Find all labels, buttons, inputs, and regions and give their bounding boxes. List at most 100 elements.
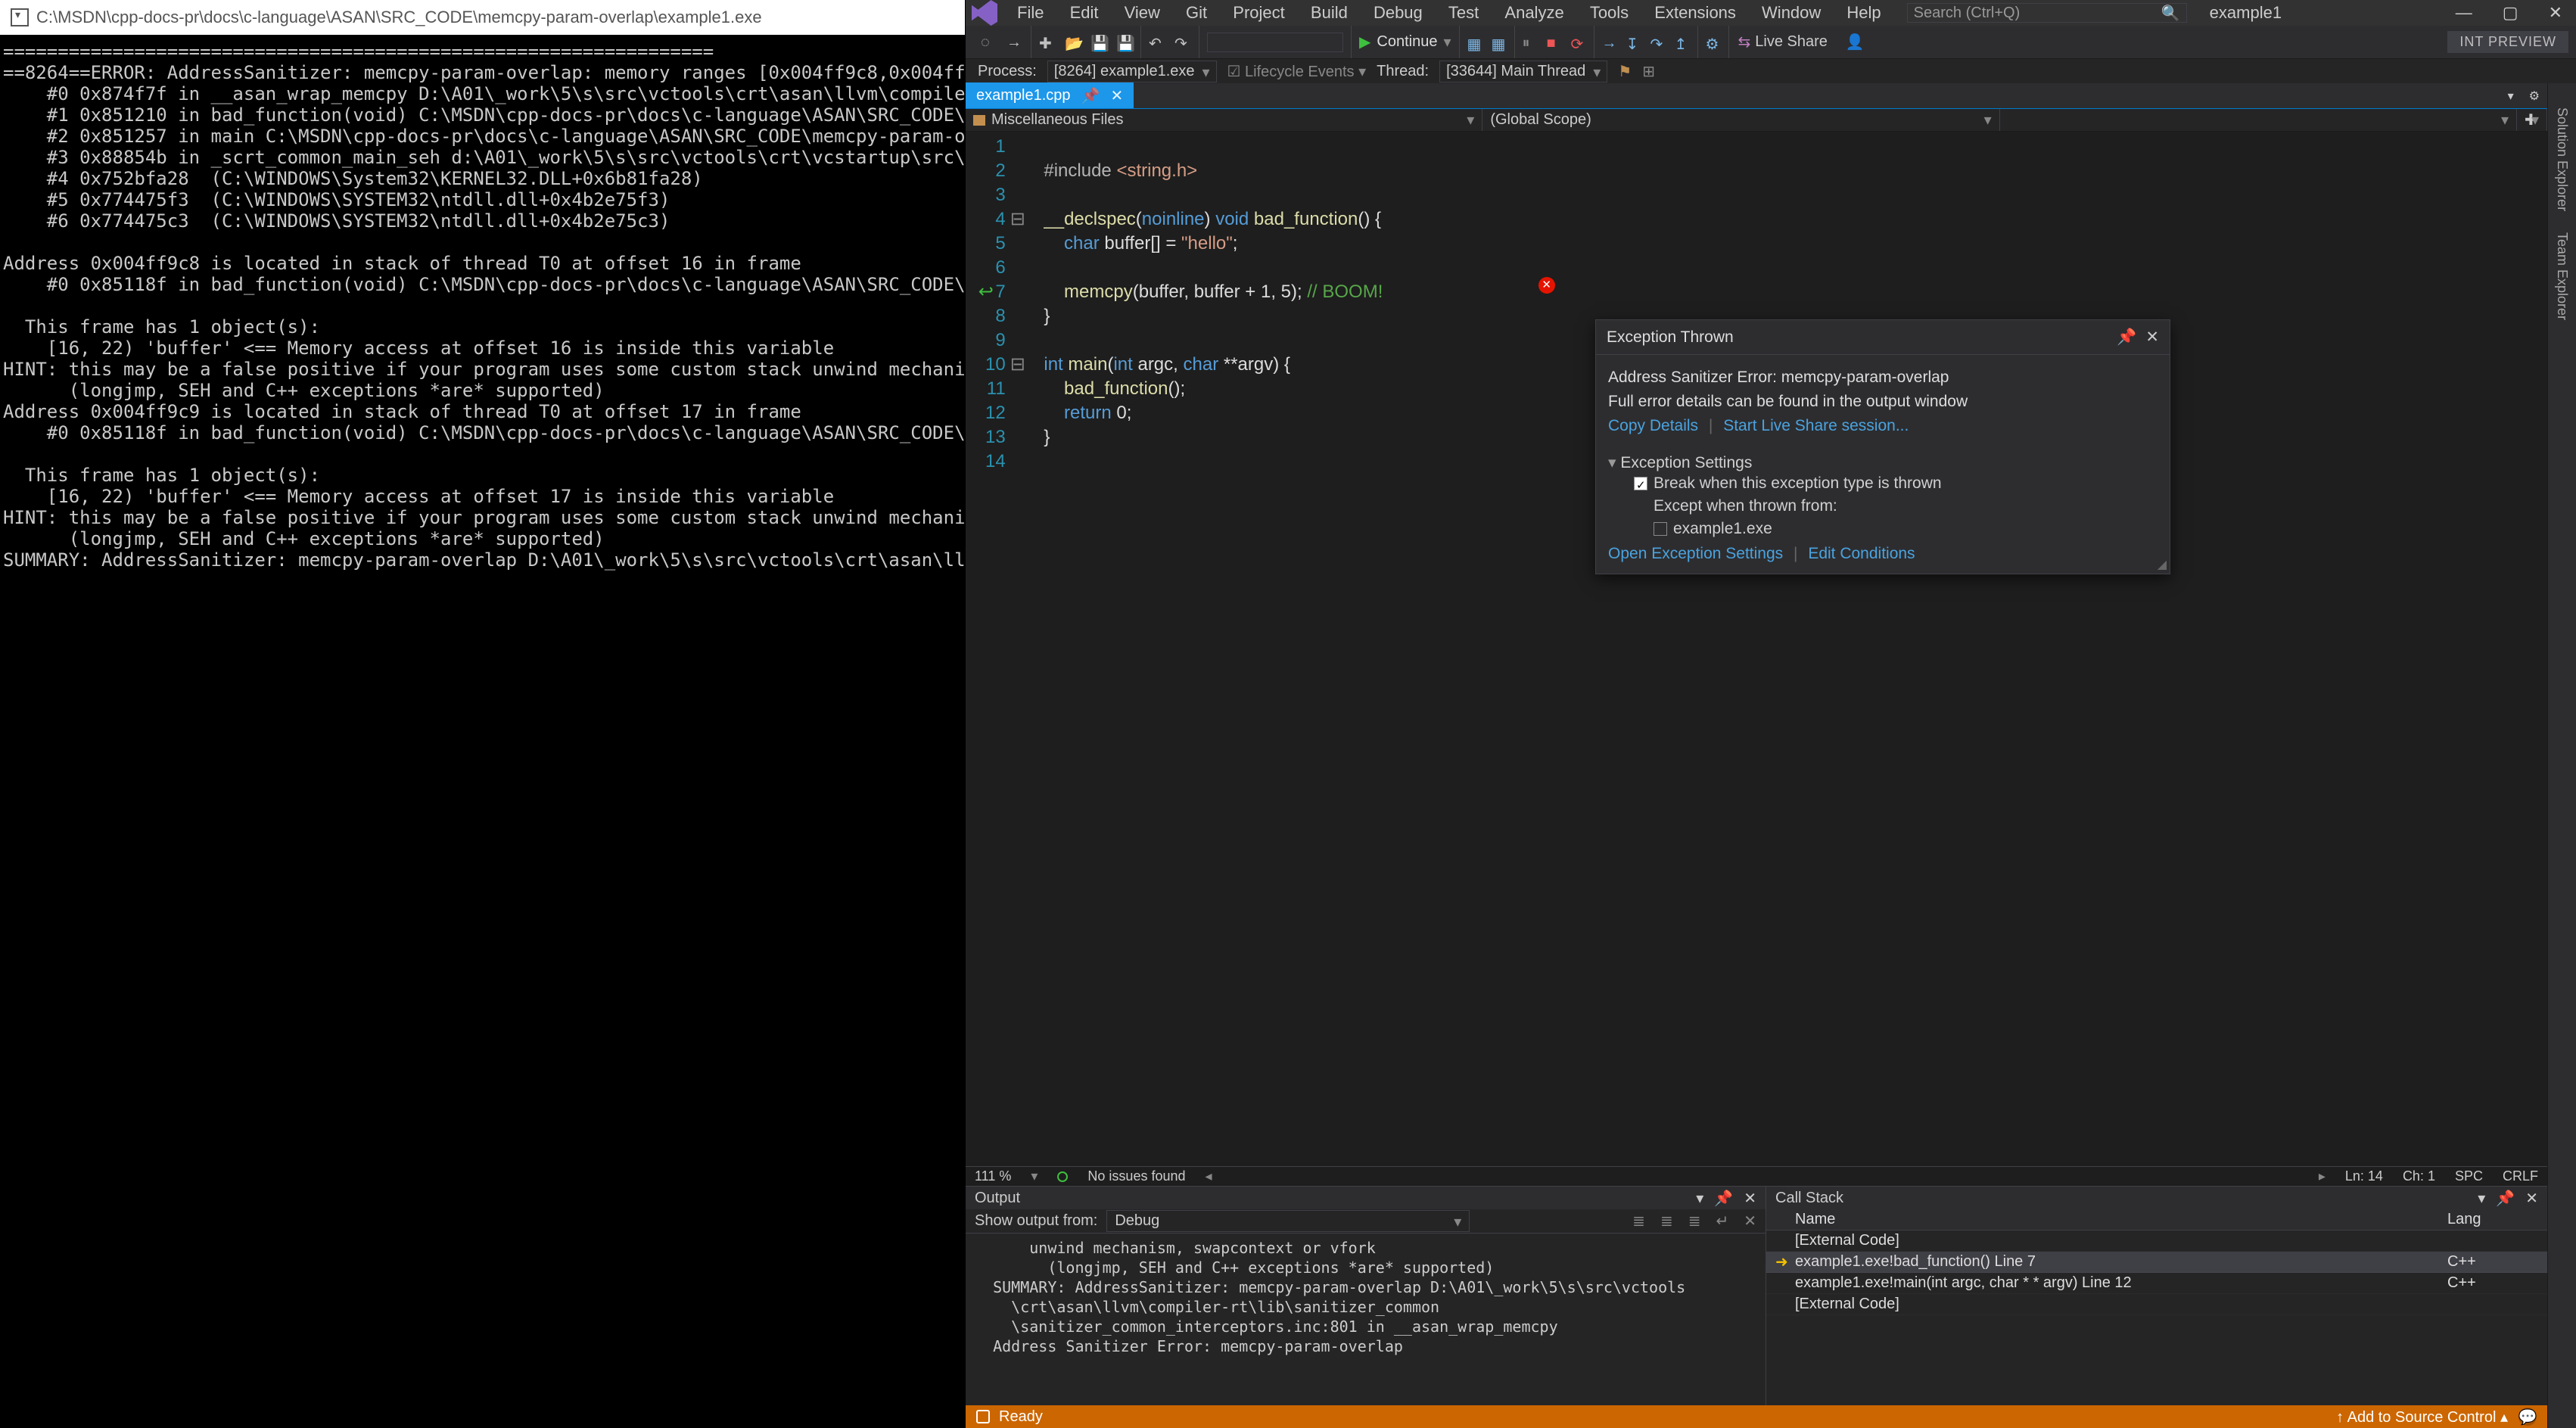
menu-help[interactable]: Help <box>1836 3 1891 22</box>
start-liveshare-link[interactable]: Start Live Share session... <box>1723 417 1909 434</box>
misc-dbg-icon[interactable]: ⚙ <box>1706 35 1721 50</box>
code-lines[interactable]: #include <string.h> ⊟ __declspec(noinlin… <box>1024 132 1383 477</box>
copy-details-link[interactable]: Copy Details <box>1608 417 1698 434</box>
callstack-row[interactable]: example1.exe!main(int argc, char * * arg… <box>1766 1273 2547 1294</box>
callstack-row[interactable]: [External Code] <box>1766 1294 2547 1315</box>
output-source-select[interactable]: Debug <box>1106 1210 1470 1232</box>
minimize-button[interactable]: — <box>2456 3 2472 23</box>
step-over-icon[interactable]: ↷ <box>1650 35 1666 50</box>
break-checkbox[interactable] <box>1634 477 1647 490</box>
undo-icon[interactable]: ↶ <box>1149 34 1165 51</box>
open-exception-settings-link[interactable]: Open Exception Settings <box>1608 545 1783 562</box>
eol-indicator[interactable]: CRLF <box>2503 1168 2538 1184</box>
close-popup-icon[interactable]: ✕ <box>2145 328 2159 347</box>
process-select[interactable]: [8264] example1.exe <box>1047 61 1217 82</box>
menu-file[interactable]: File <box>1006 3 1054 22</box>
callstack-row[interactable]: ➜ example1.exe!bad_function() Line 7 C++ <box>1766 1252 2547 1273</box>
menu-project[interactable]: Project <box>1222 3 1295 22</box>
indent-indicator[interactable]: SPC <box>2455 1168 2483 1184</box>
menu-build[interactable]: Build <box>1300 3 1358 22</box>
output-tb-icon2[interactable]: ≣ <box>1660 1212 1673 1230</box>
show-next-icon[interactable]: → <box>1602 35 1617 50</box>
char-indicator[interactable]: Ch: 1 <box>2403 1168 2435 1184</box>
save-all-icon[interactable]: 💾 <box>1116 34 1133 51</box>
open-icon[interactable]: 📂 <box>1065 34 1081 51</box>
menu-view[interactable]: View <box>1114 3 1171 22</box>
callstack-close-icon[interactable]: ✕ <box>2525 1189 2538 1208</box>
back-icon[interactable]: ◌ <box>981 34 997 51</box>
scroll-right-icon[interactable]: ▸ <box>2319 1168 2326 1184</box>
notifications-icon[interactable]: 💬 <box>2518 1408 2537 1426</box>
team-explorer-tab[interactable]: Team Explorer <box>2551 223 2573 329</box>
menu-extensions[interactable]: Extensions <box>1644 3 1747 22</box>
split-icon[interactable]: ✚ <box>2517 109 2547 131</box>
zoom-level[interactable]: 111 % <box>975 1168 1011 1184</box>
config-dropdown[interactable] <box>1207 33 1343 52</box>
live-share-label[interactable]: Live Share <box>1755 33 1828 51</box>
line-indicator[interactable]: Ln: 14 <box>2345 1168 2383 1184</box>
edit-conditions-link[interactable]: Edit Conditions <box>1808 545 1915 562</box>
nav-scope-dropdown[interactable]: (Global Scope) <box>1482 109 1999 131</box>
restart-icon[interactable]: ⟳ <box>1571 35 1586 50</box>
callstack-col-name[interactable]: Name <box>1795 1211 2447 1228</box>
stop-icon[interactable]: ■ <box>1547 35 1562 50</box>
error-glyph-icon[interactable]: ✕ <box>1538 277 1555 294</box>
document-tab-example1[interactable]: example1.cpp 📌 ✕ <box>966 82 1134 108</box>
new-icon[interactable]: ✚ <box>1039 34 1056 51</box>
output-tb-icon1[interactable]: ≣ <box>1632 1212 1645 1230</box>
pin-popup-icon[interactable]: 📌 <box>2117 328 2136 347</box>
callstack-pin-icon[interactable]: 📌 <box>2496 1189 2515 1208</box>
live-share-icon[interactable]: ⇆ <box>1738 33 1751 51</box>
output-clear-icon[interactable]: ✕ <box>1744 1212 1756 1230</box>
threads-icon[interactable]: ⊞ <box>1642 62 1655 81</box>
menu-tools[interactable]: Tools <box>1579 3 1639 22</box>
module-checkbox[interactable] <box>1654 522 1667 536</box>
tab-dropdown-icon[interactable]: ▾ <box>2500 84 2522 108</box>
feedback-icon[interactable]: 👤 <box>1846 33 1865 51</box>
maximize-button[interactable]: ▢ <box>2503 3 2518 23</box>
menu-window[interactable]: Window <box>1751 3 1831 22</box>
output-close-icon[interactable]: ✕ <box>1744 1189 1756 1208</box>
exception-settings-header[interactable]: Exception Settings <box>1608 453 2158 472</box>
step-out-icon[interactable]: ↥ <box>1675 35 1690 50</box>
menu-analyze[interactable]: Analyze <box>1494 3 1574 22</box>
callstack-dropdown-icon[interactable]: ▾ <box>2478 1189 2485 1208</box>
output-dropdown-icon[interactable]: ▾ <box>1696 1189 1703 1208</box>
forward-icon[interactable]: → <box>1006 34 1023 51</box>
output-tb-icon3[interactable]: ≣ <box>1688 1212 1701 1230</box>
continue-dropdown-icon[interactable]: ▾ <box>1443 33 1451 51</box>
close-tab-icon[interactable]: ✕ <box>1110 86 1123 105</box>
pin-icon[interactable]: 📌 <box>1081 86 1100 105</box>
save-icon[interactable]: 💾 <box>1090 34 1107 51</box>
code-editor[interactable]: 1234567891011121314 #include <string.h> … <box>966 132 2547 1166</box>
resize-grip-icon[interactable]: ◢ <box>2158 557 2167 572</box>
nav-project-dropdown[interactable]: Miscellaneous Files <box>966 109 1482 131</box>
menu-debug[interactable]: Debug <box>1363 3 1433 22</box>
dbg-window1-icon[interactable]: ▦ <box>1467 35 1482 50</box>
step-into-icon[interactable]: ↧ <box>1626 35 1641 50</box>
nav-member-dropdown[interactable] <box>2000 109 2517 131</box>
thread-select[interactable]: [33644] Main Thread <box>1439 61 1607 82</box>
add-source-control[interactable]: ↑ Add to Source Control ▴ <box>2336 1408 2508 1426</box>
issues-text[interactable]: No issues found <box>1087 1168 1185 1184</box>
menu-test[interactable]: Test <box>1438 3 1489 22</box>
search-box[interactable]: Search (Ctrl+Q) 🔍 <box>1907 3 2187 23</box>
output-pin-icon[interactable]: 📌 <box>1714 1189 1733 1208</box>
dbg-window2-icon[interactable]: ▦ <box>1492 35 1507 50</box>
pause-icon[interactable]: ⏸ <box>1523 35 1538 50</box>
menu-edit[interactable]: Edit <box>1059 3 1109 22</box>
output-text[interactable]: unwind mechanism, swapcontext or vfork (… <box>966 1234 1766 1405</box>
continue-button[interactable]: ▶ Continue ▾ <box>1359 33 1451 51</box>
close-button[interactable]: ✕ <box>2549 3 2562 23</box>
stack-frame-icon[interactable]: ⚑ <box>1618 62 1632 81</box>
output-wordwrap-icon[interactable]: ↵ <box>1716 1212 1728 1230</box>
scroll-left-icon[interactable]: ◂ <box>1206 1168 1212 1184</box>
console-output[interactable]: ========================================… <box>0 35 965 1428</box>
callstack-row[interactable]: [External Code] <box>1766 1230 2547 1252</box>
menu-git[interactable]: Git <box>1175 3 1218 22</box>
redo-icon[interactable]: ↷ <box>1174 34 1191 51</box>
callstack-col-lang[interactable]: Lang <box>2447 1211 2538 1228</box>
console-titlebar[interactable]: C:\MSDN\cpp-docs-pr\docs\c-language\ASAN… <box>0 0 965 35</box>
tab-options-icon[interactable]: ⚙ <box>2522 84 2547 108</box>
lifecycle-events[interactable]: ☑ Lifecycle Events ▾ <box>1227 62 1367 81</box>
